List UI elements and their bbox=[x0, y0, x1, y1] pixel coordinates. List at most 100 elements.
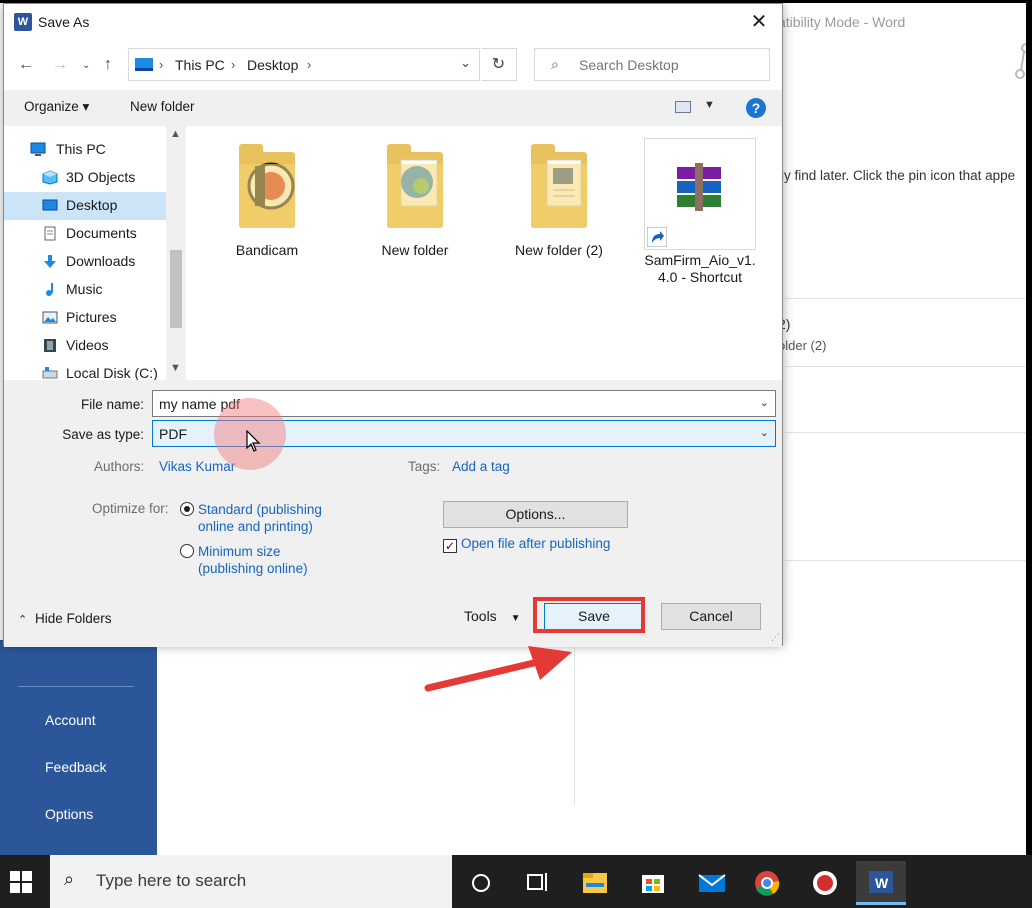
sidebar-label: Downloads bbox=[66, 253, 136, 269]
film-icon bbox=[44, 339, 56, 352]
sidebar-label: Music bbox=[66, 281, 103, 297]
windows-start-icon[interactable] bbox=[10, 871, 32, 893]
sidebar-label: 3D Objects bbox=[66, 169, 136, 185]
open-after-publishing-label[interactable]: Open file after publishing bbox=[461, 536, 610, 551]
red-arrow-annotation bbox=[424, 646, 572, 692]
file-name: Bandicam bbox=[235, 242, 299, 258]
sidebar-item-local-disk[interactable]: Local Disk (C:) bbox=[4, 360, 166, 380]
computer-icon bbox=[135, 58, 153, 71]
nav-account[interactable]: Account bbox=[45, 712, 96, 728]
sidebar-label: Videos bbox=[66, 337, 109, 353]
optimize-standard-radio[interactable] bbox=[180, 502, 194, 516]
file-item-bandicam[interactable]: Bandicam bbox=[206, 134, 328, 259]
sidebar-item-downloads[interactable]: Downloads bbox=[4, 248, 166, 276]
organize-button[interactable]: Organize ▾ bbox=[24, 99, 89, 115]
taskbar: ⌕ Type here to search W bbox=[0, 855, 1032, 908]
chevron-down-icon[interactable]: ⌄ bbox=[460, 55, 471, 71]
sidebar-label: Documents bbox=[66, 225, 137, 241]
hide-folders-button[interactable]: ⌃ Hide Folders bbox=[18, 611, 112, 626]
refresh-icon[interactable]: ↻ bbox=[481, 48, 517, 81]
view-dropdown-icon[interactable]: ▼ bbox=[704, 99, 715, 111]
scroll-up-icon[interactable]: ▲ bbox=[170, 128, 181, 140]
drive-icon bbox=[42, 367, 58, 379]
resize-grip-icon[interactable]: ⋰ bbox=[771, 632, 780, 643]
add-tag-link[interactable]: Add a tag bbox=[452, 459, 510, 474]
organize-label: Organize bbox=[24, 99, 79, 114]
sidebar-label: Local Disk (C:) bbox=[66, 365, 158, 380]
open-after-publishing-checkbox[interactable]: ✓ bbox=[443, 539, 457, 553]
sidebar-scrollbar[interactable]: ▲ ▼ bbox=[166, 126, 186, 380]
up-arrow-icon[interactable]: ↑ bbox=[104, 56, 112, 74]
help-icon[interactable]: ? bbox=[746, 98, 766, 118]
taskbar-search[interactable]: ⌕ Type here to search bbox=[50, 855, 452, 908]
navigation-pane: This PC 3D Objects Desktop Documents Dow… bbox=[4, 126, 186, 380]
mail-icon[interactable] bbox=[686, 861, 736, 905]
options-button[interactable]: Options... bbox=[443, 501, 628, 528]
bandicam-icon[interactable] bbox=[800, 861, 850, 905]
word-taskbar-icon[interactable]: W bbox=[856, 861, 906, 905]
address-bar[interactable]: › This PC › Desktop › ⌄ bbox=[128, 48, 480, 81]
chevron-down-icon[interactable]: ⌄ bbox=[760, 426, 769, 439]
close-button[interactable]: ✕ bbox=[736, 4, 782, 40]
chrome-icon[interactable] bbox=[742, 861, 792, 905]
search-input[interactable] bbox=[579, 55, 759, 75]
sidebar-item-this-pc[interactable]: This PC bbox=[4, 136, 166, 164]
optimize-minimum-radio[interactable] bbox=[180, 544, 194, 558]
tools-dropdown-icon: ▼ bbox=[510, 613, 521, 624]
sidebar-label: Desktop bbox=[66, 197, 118, 213]
backstage-nav: Account Feedback Options bbox=[0, 640, 157, 855]
scroll-thumb[interactable] bbox=[170, 250, 182, 328]
save-highlight-box bbox=[533, 597, 645, 633]
nav-options[interactable]: Options bbox=[45, 806, 93, 822]
optimize-minimum-label[interactable]: Minimum size (publishing online) bbox=[198, 543, 308, 577]
authors-value[interactable]: Vikas Kumar bbox=[159, 459, 235, 474]
sidebar-item-videos[interactable]: Videos bbox=[4, 332, 166, 360]
word-title-fragment: atibility Mode - Word bbox=[778, 14, 906, 30]
hide-folders-label: Hide Folders bbox=[34, 611, 112, 626]
new-folder-button[interactable]: New folder bbox=[130, 99, 195, 114]
desktop-icon bbox=[42, 199, 58, 211]
cube-icon bbox=[42, 170, 58, 185]
file-explorer-icon[interactable] bbox=[570, 861, 620, 905]
optimize-standard-label[interactable]: Standard (publishing online and printing… bbox=[198, 501, 322, 535]
forward-arrow-icon[interactable]: → bbox=[52, 56, 68, 74]
file-item-new-folder[interactable]: New folder bbox=[354, 134, 476, 259]
sidebar-item-desktop[interactable]: Desktop bbox=[4, 192, 166, 220]
nav-feedback[interactable]: Feedback bbox=[45, 759, 106, 775]
picture-icon bbox=[42, 311, 58, 324]
microsoft-store-icon[interactable] bbox=[628, 861, 678, 905]
search-box[interactable]: ⌕ bbox=[534, 48, 770, 81]
edge-folder-icon bbox=[375, 134, 455, 234]
scroll-down-icon[interactable]: ▼ bbox=[170, 362, 181, 374]
tools-button[interactable]: Tools ▼ bbox=[464, 608, 520, 624]
search-icon: ⌕ bbox=[64, 869, 75, 889]
breadcrumb-desktop[interactable]: Desktop bbox=[247, 57, 298, 73]
sidebar-item-music[interactable]: Music bbox=[4, 276, 166, 304]
save-as-dialog: W Save As ✕ ← → ⌄ ↑ › This PC › Desktop … bbox=[3, 3, 783, 647]
back-arrow-icon[interactable]: ← bbox=[18, 56, 34, 74]
file-item-samfirm-shortcut[interactable] bbox=[644, 138, 756, 250]
screen-edge bbox=[1026, 0, 1032, 855]
sidebar-item-3d-objects[interactable]: 3D Objects bbox=[4, 164, 166, 192]
chevron-up-icon: ⌃ bbox=[18, 614, 28, 626]
file-item-new-folder-2[interactable]: New folder (2) bbox=[498, 134, 620, 259]
bandicam-folder-icon bbox=[227, 134, 307, 234]
divider bbox=[785, 560, 1032, 561]
dialog-titlebar[interactable]: W Save As ✕ bbox=[4, 4, 782, 42]
task-view-icon[interactable] bbox=[512, 861, 562, 905]
cortana-icon[interactable] bbox=[456, 861, 506, 905]
file-name: New folder (2) bbox=[515, 242, 603, 258]
winrar-shortcut-icon bbox=[677, 163, 721, 211]
divider bbox=[785, 366, 1032, 367]
sidebar-item-documents[interactable]: Documents bbox=[4, 220, 166, 248]
file-name-label: File name: bbox=[80, 397, 144, 412]
chevron-down-icon[interactable]: ⌄ bbox=[760, 396, 769, 409]
cancel-button[interactable]: Cancel bbox=[661, 603, 761, 630]
sidebar-item-pictures[interactable]: Pictures bbox=[4, 304, 166, 332]
search-icon: ⌕ bbox=[551, 56, 559, 72]
breadcrumb-this-pc[interactable]: This PC bbox=[175, 57, 225, 73]
navigation-bar: ← → ⌄ ↑ › This PC › Desktop › ⌄ ↻ ⌕ bbox=[4, 42, 782, 90]
pin-hint-fragment: ily find later. Click the pin icon that … bbox=[778, 168, 1016, 183]
recent-locations-chevron-icon[interactable]: ⌄ bbox=[82, 60, 90, 71]
view-options-icon[interactable] bbox=[675, 101, 691, 113]
